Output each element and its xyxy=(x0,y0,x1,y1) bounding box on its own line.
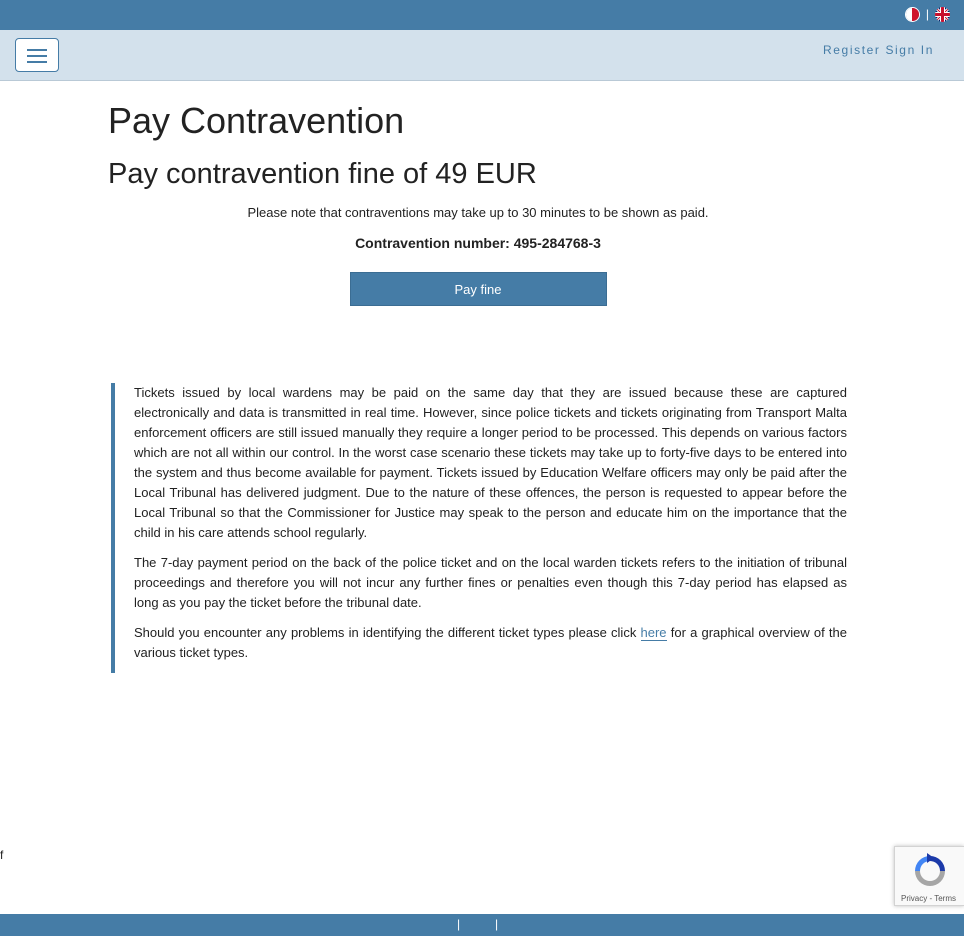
info-paragraph-2: The 7-day payment period on the back of … xyxy=(134,555,847,610)
footer-separator: | xyxy=(495,917,499,931)
pay-fine-button[interactable]: Pay fine xyxy=(349,272,607,306)
auth-links: Register Sign In xyxy=(823,43,934,57)
uk-flag-icon[interactable] xyxy=(935,7,950,22)
main-content: Pay Contravention Pay contravention fine… xyxy=(108,81,848,306)
info-blockquote: Tickets issued by local wardens may be p… xyxy=(111,383,847,673)
stray-text: f xyxy=(0,848,4,862)
page-title: Pay Contravention xyxy=(108,100,405,141)
info-paragraph-1: Tickets issued by local wardens may be p… xyxy=(134,385,847,540)
hamburger-icon xyxy=(27,49,47,51)
recaptcha-terms-link[interactable]: Terms xyxy=(934,894,956,903)
navbar: Register Sign In xyxy=(0,30,964,81)
fine-heading: Pay contravention fine of 49 EUR xyxy=(108,158,537,190)
sign-in-link[interactable]: Sign In xyxy=(885,43,934,57)
footer-separator: | xyxy=(457,917,461,931)
register-link[interactable]: Register xyxy=(823,43,880,57)
language-separator: | xyxy=(925,7,929,21)
recaptcha-badge[interactable]: Privacy - Terms xyxy=(894,846,964,906)
recaptcha-terms: Privacy - Terms xyxy=(901,894,956,903)
malta-flag-icon[interactable] xyxy=(904,7,920,22)
ticket-types-link[interactable]: here xyxy=(640,625,667,641)
footer: | | xyxy=(0,914,964,936)
info-paragraph-3: Should you encounter any problems in ide… xyxy=(134,623,847,663)
info-paragraph-3-before: Should you encounter any problems in ide… xyxy=(134,625,641,640)
recaptcha-logo-icon xyxy=(915,853,945,886)
language-switcher: | xyxy=(904,7,950,22)
hamburger-menu-button[interactable] xyxy=(15,38,59,72)
contravention-number: Contravention number: 495-284768-3 xyxy=(355,235,601,251)
payment-note: Please note that contraventions may take… xyxy=(247,205,709,220)
top-bar: | xyxy=(0,0,964,30)
recaptcha-privacy-link[interactable]: Privacy xyxy=(901,894,927,903)
